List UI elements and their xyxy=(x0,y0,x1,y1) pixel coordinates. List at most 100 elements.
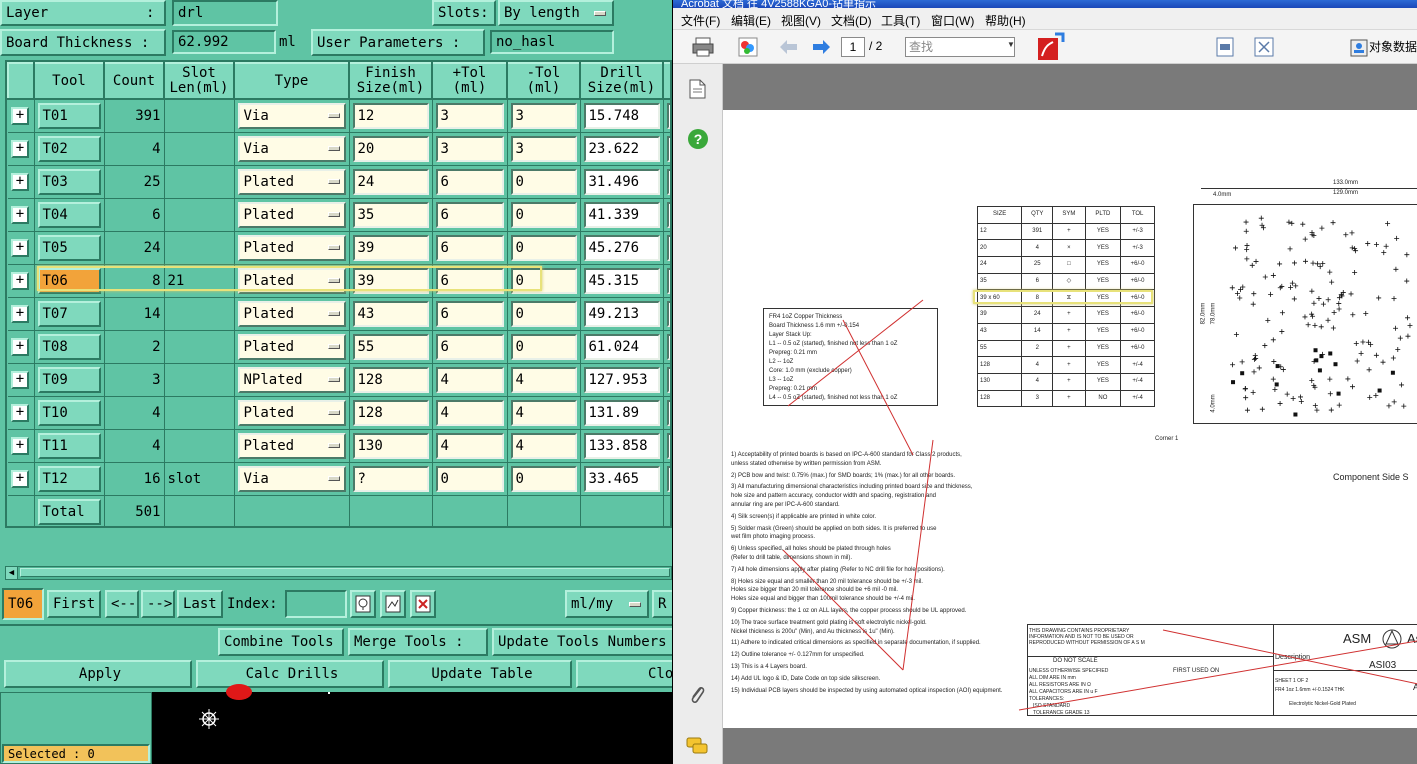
color-tool-icon[interactable] xyxy=(737,36,759,58)
finish-size-input[interactable]: 130 xyxy=(352,432,429,459)
type-select[interactable]: Plated xyxy=(237,234,346,261)
find-input[interactable]: 查找 xyxy=(905,37,1015,57)
minus-tol-input[interactable]: 3 xyxy=(510,135,577,162)
expand-row-icon[interactable]: + xyxy=(11,271,29,290)
plus-tol-input[interactable]: 6 xyxy=(435,168,504,195)
units-select[interactable]: ml/my xyxy=(565,590,649,618)
plus-tol-input[interactable]: 3 xyxy=(435,135,504,162)
type-select[interactable]: Plated xyxy=(237,267,346,294)
tool-button[interactable]: T12 xyxy=(37,465,101,492)
minus-tol-input[interactable]: 0 xyxy=(510,234,577,261)
last-button[interactable]: Last xyxy=(177,590,223,618)
finish-size-input[interactable]: 55 xyxy=(352,333,429,360)
type-select[interactable]: Via xyxy=(237,465,346,492)
expand-row-icon[interactable]: + xyxy=(11,370,29,389)
drill-size-input[interactable]: 131.89 xyxy=(583,399,660,426)
pages-icon[interactable] xyxy=(687,78,707,100)
r-button[interactable]: R xyxy=(652,590,672,618)
first-button[interactable]: First xyxy=(47,590,101,618)
slots-select[interactable]: By length xyxy=(498,0,614,26)
find-dropdown-icon[interactable]: ▼ xyxy=(1007,40,1015,49)
drill-size-input[interactable]: 61.024 xyxy=(583,333,660,360)
overflow-input[interactable] xyxy=(666,234,670,261)
minus-tol-input[interactable]: 0 xyxy=(510,168,577,195)
plus-tol-input[interactable]: 6 xyxy=(435,333,504,360)
minus-tol-input[interactable]: 4 xyxy=(510,432,577,459)
tool-button[interactable]: T05 xyxy=(37,234,101,261)
overflow-input[interactable] xyxy=(666,168,670,195)
minus-tol-input[interactable]: 0 xyxy=(510,333,577,360)
drill-size-input[interactable]: 49.213 xyxy=(583,300,660,327)
index-field[interactable] xyxy=(285,590,347,618)
prev-button[interactable]: <-- xyxy=(105,590,139,618)
plus-tol-input[interactable]: 4 xyxy=(435,366,504,393)
attachment-icon[interactable] xyxy=(687,682,707,706)
menu-file[interactable]: 文件(F) xyxy=(681,12,720,29)
user-parameters-button[interactable]: User Parameters : xyxy=(311,29,485,56)
drill-size-input[interactable]: 41.339 xyxy=(583,201,660,228)
tool-button[interactable]: T07 xyxy=(37,300,101,327)
type-select[interactable]: Via xyxy=(237,135,346,162)
drill-size-input[interactable]: 33.465 xyxy=(583,465,660,492)
minus-tol-input[interactable]: 0 xyxy=(510,201,577,228)
drill-size-input[interactable]: 133.858 xyxy=(583,432,660,459)
tool-button[interactable]: T01 xyxy=(37,102,101,129)
finish-size-input[interactable]: 39 xyxy=(352,234,429,261)
expand-row-icon[interactable]: + xyxy=(11,238,29,257)
tool-button[interactable]: T11 xyxy=(37,432,101,459)
menu-tools[interactable]: 工具(T) xyxy=(881,12,920,29)
menu-edit[interactable]: 编辑(E) xyxy=(731,12,771,29)
menu-document[interactable]: 文档(D) xyxy=(831,12,872,29)
update-table-button[interactable]: Update Table xyxy=(388,660,572,688)
minus-tol-input[interactable]: 3 xyxy=(510,102,577,129)
expand-row-icon[interactable]: + xyxy=(11,139,29,158)
expand-row-icon[interactable]: + xyxy=(11,469,29,488)
finish-size-input[interactable]: 12 xyxy=(352,102,429,129)
close-button[interactable]: Close xyxy=(576,660,672,688)
finish-size-input[interactable]: 20 xyxy=(352,135,429,162)
drill-size-input[interactable]: 45.315 xyxy=(583,267,660,294)
menu-window[interactable]: 窗口(W) xyxy=(931,12,974,29)
arrow-forward-icon[interactable] xyxy=(811,38,831,56)
finish-size-input[interactable]: 43 xyxy=(352,300,429,327)
plus-tol-input[interactable]: 6 xyxy=(435,201,504,228)
type-select[interactable]: Plated xyxy=(237,168,346,195)
type-select[interactable]: Plated xyxy=(237,333,346,360)
overflow-input[interactable] xyxy=(666,399,670,426)
fit-page-icon[interactable] xyxy=(1215,36,1235,58)
overflow-input[interactable] xyxy=(666,267,670,294)
object-data-label[interactable]: 对象数据 xyxy=(1369,38,1417,55)
overflow-input[interactable] xyxy=(666,135,670,162)
next-button[interactable]: --> xyxy=(141,590,175,618)
type-select[interactable]: Plated xyxy=(237,300,346,327)
type-select[interactable]: Plated xyxy=(237,399,346,426)
finish-size-input[interactable]: 35 xyxy=(352,201,429,228)
delete-button[interactable] xyxy=(410,590,436,618)
drill-size-input[interactable]: 31.496 xyxy=(583,168,660,195)
image-button[interactable] xyxy=(380,590,406,618)
create-pdf-icon[interactable] xyxy=(1035,32,1065,62)
plus-tol-input[interactable]: 4 xyxy=(435,399,504,426)
horizontal-scrollbar[interactable]: ◀ xyxy=(5,566,672,580)
drill-size-input[interactable]: 127.953 xyxy=(583,366,660,393)
drill-size-input[interactable]: 23.622 xyxy=(583,135,660,162)
finish-size-input[interactable]: ? xyxy=(352,465,429,492)
tool-button[interactable]: T02 xyxy=(37,135,101,162)
drill-size-input[interactable]: 15.748 xyxy=(583,102,660,129)
finish-size-input[interactable]: 24 xyxy=(352,168,429,195)
tool-button[interactable]: T03 xyxy=(37,168,101,195)
canvas-view[interactable] xyxy=(152,684,672,764)
minus-tol-input[interactable]: 4 xyxy=(510,399,577,426)
overflow-input[interactable] xyxy=(666,201,670,228)
print-icon[interactable] xyxy=(691,36,715,58)
minus-tol-input[interactable]: 4 xyxy=(510,366,577,393)
scroll-left-icon[interactable]: ◀ xyxy=(6,567,18,579)
finish-size-input[interactable]: 39 xyxy=(352,267,429,294)
user-parameters-field[interactable]: no_hasl xyxy=(490,30,614,54)
tool-button[interactable]: T10 xyxy=(37,399,101,426)
plus-tol-input[interactable]: 6 xyxy=(435,234,504,261)
plus-tol-input[interactable]: 4 xyxy=(435,432,504,459)
finish-size-input[interactable]: 128 xyxy=(352,399,429,426)
update-tools-numbers-button[interactable]: Update Tools Numbers xyxy=(492,628,672,656)
tool-button[interactable]: T09 xyxy=(37,366,101,393)
